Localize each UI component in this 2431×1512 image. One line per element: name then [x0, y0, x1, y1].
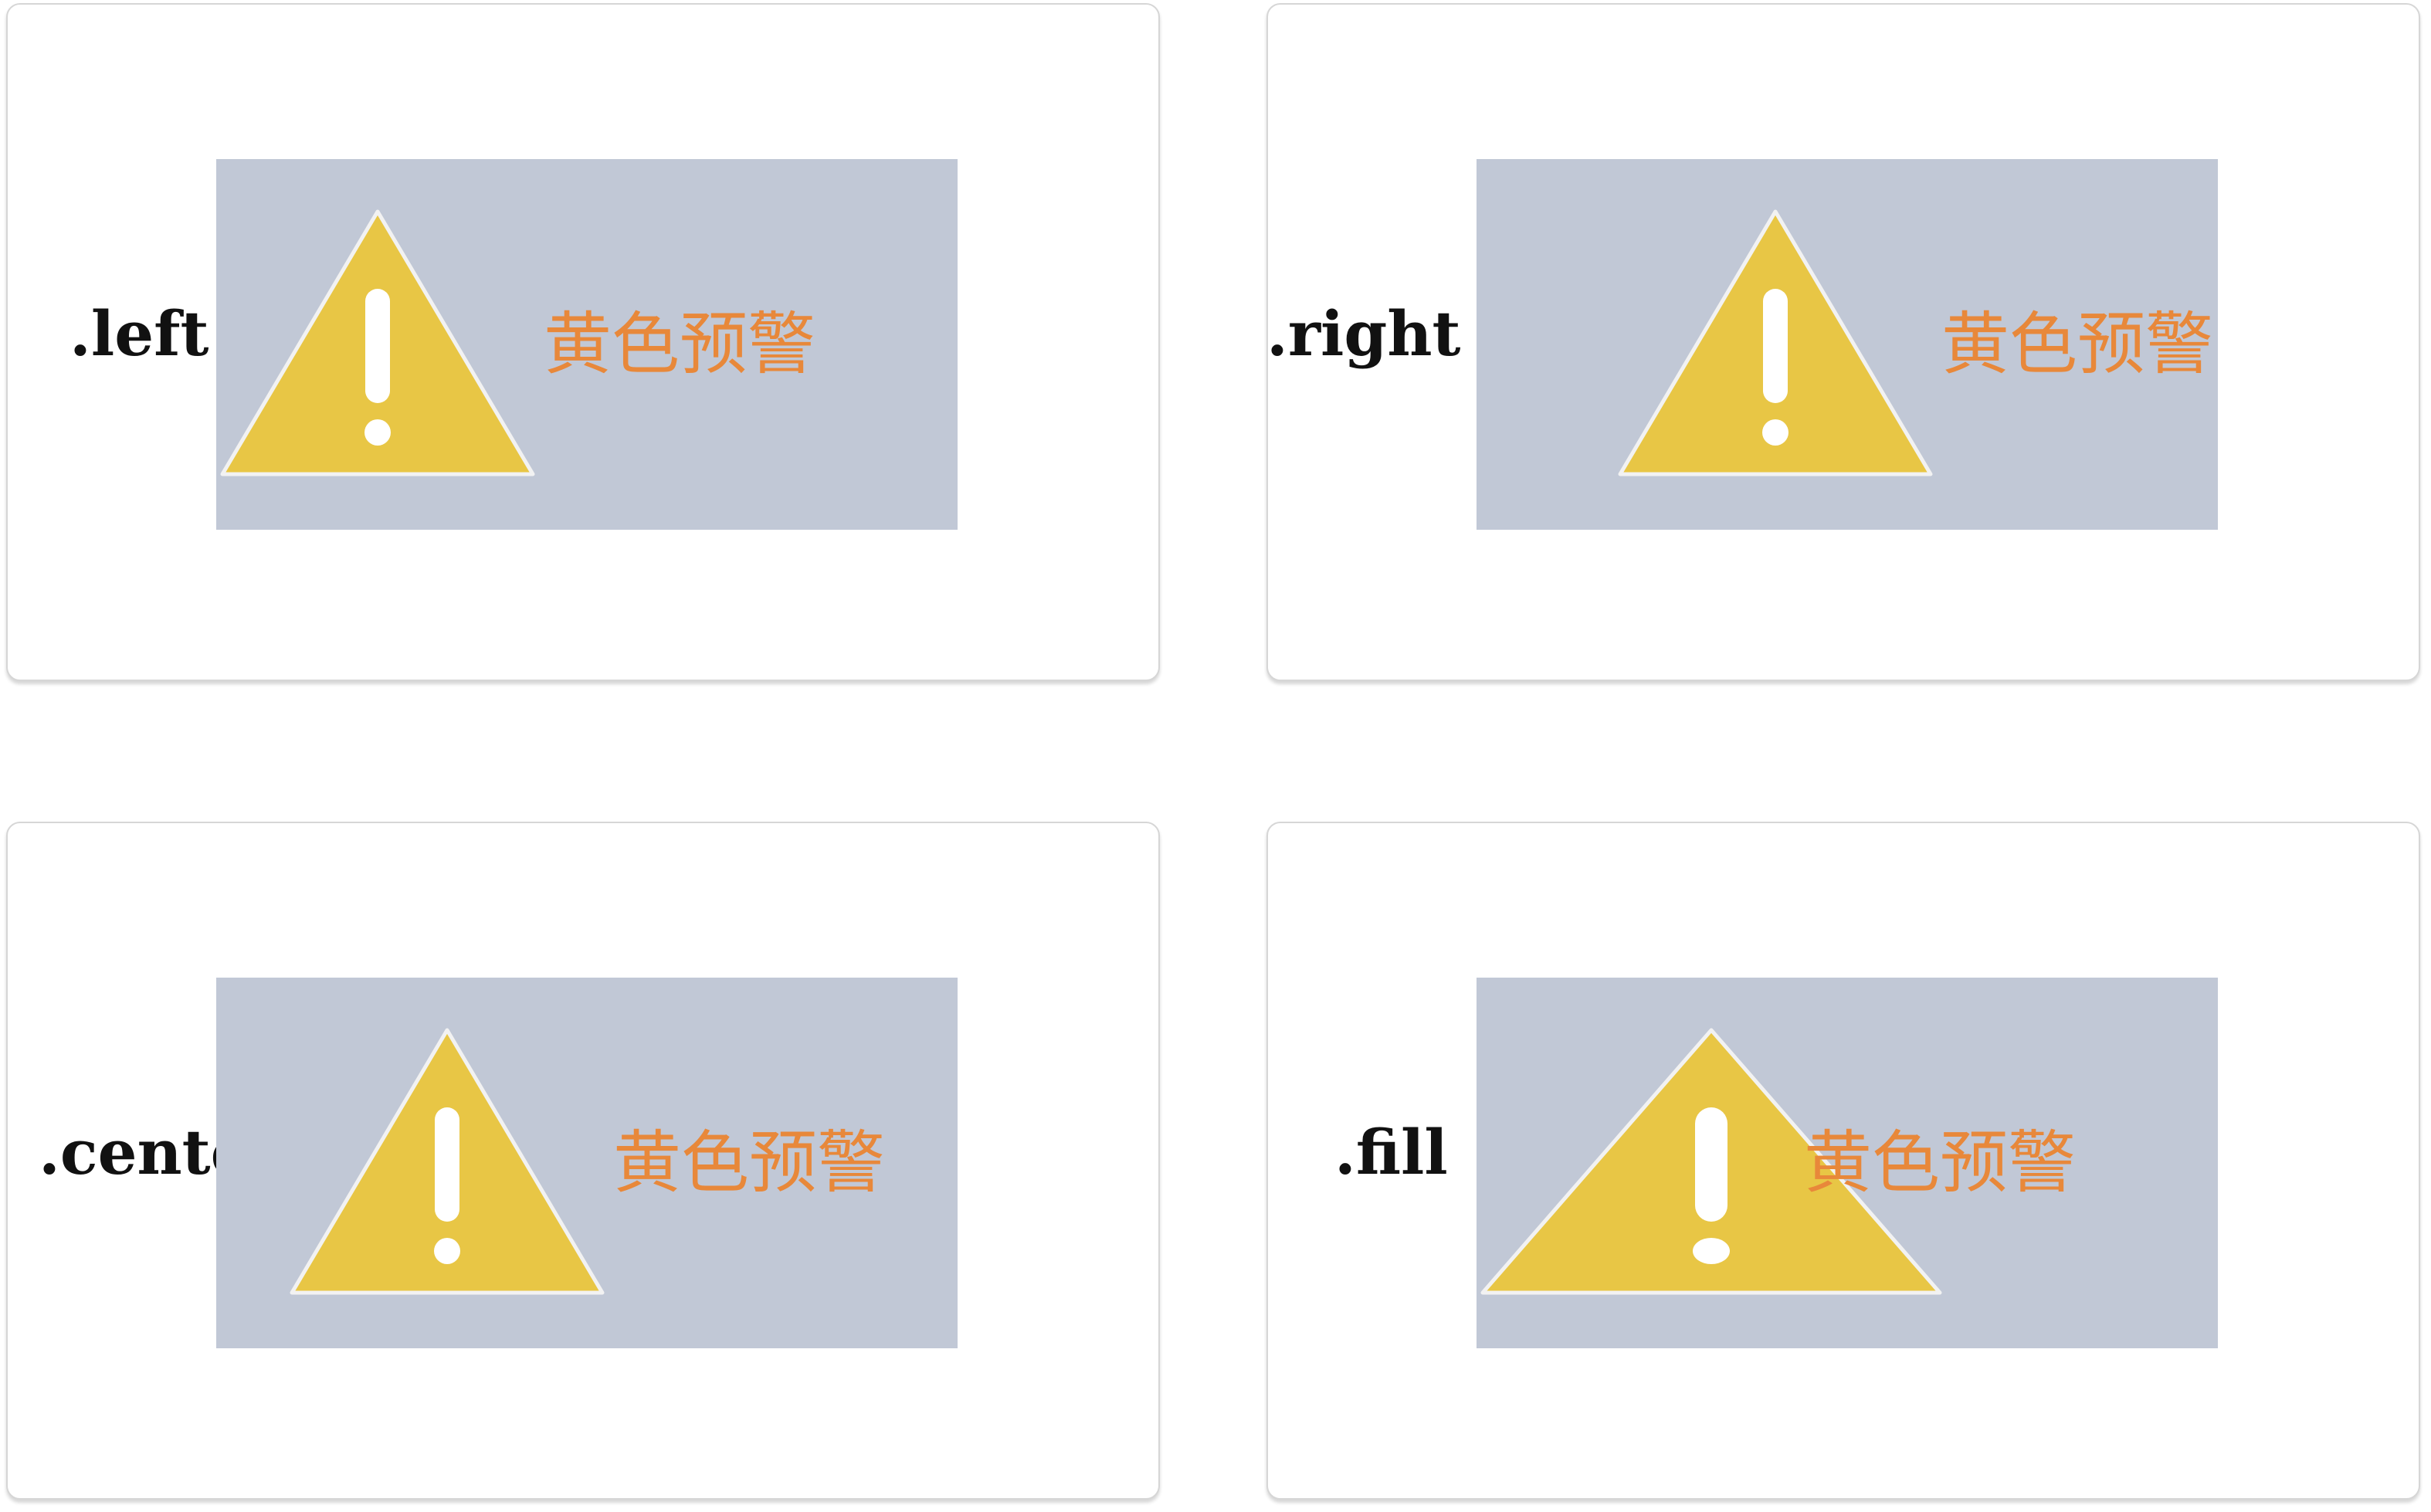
warning-triangle-icon [1618, 209, 1933, 476]
warning-text: 黄色预警 [544, 304, 816, 384]
card-label: .fill [1334, 1116, 1448, 1188]
card-right: .right 黄色预警 [1266, 3, 2420, 681]
card-fill: .fill 黄色预警 [1266, 822, 2420, 1500]
warning-box: 黄色预警 [216, 978, 958, 1348]
warning-text: 黄色预警 [613, 1123, 886, 1202]
card-left: .left 黄色预警 [6, 3, 1160, 681]
warning-text: 黄色预警 [1804, 1123, 2077, 1202]
card-label: .left [70, 297, 209, 370]
warning-triangle-icon [290, 1028, 605, 1295]
warning-box: 黄色预警 [216, 159, 958, 530]
warning-triangle-icon [220, 209, 535, 476]
warning-text: 黄色预警 [1941, 304, 2214, 384]
card-label: .right [1266, 297, 1461, 370]
card-center: .center 黄色预警 [6, 822, 1160, 1500]
warning-box: 黄色预警 [1477, 978, 2218, 1348]
warning-box: 黄色预警 [1477, 159, 2218, 530]
